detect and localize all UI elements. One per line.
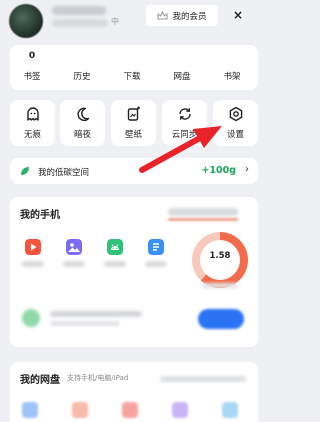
disk-item-icon[interactable] — [222, 402, 238, 418]
tool-settings[interactable]: 设置 — [213, 100, 258, 146]
disk-item-icon[interactable] — [172, 402, 188, 418]
promo-text-blurred — [50, 311, 142, 317]
chevron-right-icon: › — [245, 164, 249, 175]
disk-info-blurred — [160, 376, 246, 382]
avatar[interactable] — [9, 4, 43, 38]
stat-value: 0 — [28, 51, 36, 61]
stat-label: 书架 — [223, 72, 241, 82]
tool-label: 设置 — [226, 130, 244, 140]
promo-icon — [22, 309, 40, 327]
stats-card: 0 书签 历史 下载 网盘 书架 — [10, 45, 258, 90]
vip-label: 我的会员 — [172, 11, 207, 22]
promo-action-button[interactable] — [198, 309, 244, 329]
app-label-blurred — [145, 261, 167, 267]
android-icon[interactable] — [107, 239, 123, 255]
username-blurred — [52, 6, 106, 15]
stat-value — [212, 51, 252, 65]
my-phone-title: 我的手机 — [20, 210, 60, 221]
moon-icon — [77, 107, 89, 121]
stat-cloud-disk[interactable]: 网盘 — [162, 51, 202, 82]
stat-label: 网盘 — [173, 72, 191, 82]
video-icon[interactable] — [25, 239, 41, 255]
profile-header: 中 我的会员 × — [0, 0, 268, 38]
leaf-icon — [21, 167, 29, 175]
gauge-caption-blurred — [202, 283, 238, 288]
tool-incognito[interactable]: 无痕 — [10, 100, 55, 146]
my-phone-card: 我的手机 1.58 — [10, 197, 258, 347]
tool-night-mode[interactable]: 暗夜 — [60, 100, 105, 146]
stat-bookshelf[interactable]: 书架 — [212, 51, 252, 82]
wallpaper-icon — [127, 106, 140, 121]
ghost-icon — [26, 107, 39, 121]
crown-icon — [157, 10, 168, 19]
tool-label: 无痕 — [23, 130, 41, 140]
level-tag: 中 — [111, 17, 119, 26]
stat-value — [162, 51, 202, 65]
stat-history[interactable]: 历史 — [62, 51, 102, 82]
document-icon[interactable] — [148, 239, 164, 255]
low-carbon-space-row[interactable]: 我的低碳空间 +100g › — [10, 158, 258, 184]
gallery-icon[interactable] — [66, 239, 82, 255]
stat-label: 历史 — [73, 72, 91, 82]
phone-status-underline — [168, 218, 238, 221]
user-info-blurred — [52, 19, 108, 27]
promo-subtext-blurred — [50, 321, 120, 326]
low-carbon-value: +100g — [201, 165, 236, 176]
disk-item-icon[interactable] — [122, 402, 138, 418]
stat-label: 书签 — [23, 72, 41, 82]
app-label-blurred — [22, 261, 44, 267]
app-label-blurred — [104, 261, 126, 267]
settings-icon — [229, 106, 242, 122]
phone-status-blurred — [168, 208, 238, 216]
tool-label: 云同步 — [171, 130, 198, 140]
app-label-blurred — [63, 261, 85, 267]
tools-row: 无痕 暗夜 壁纸 云同步 设置 — [10, 100, 258, 146]
stat-label: 下载 — [123, 72, 141, 82]
stat-bookmarks[interactable]: 0 书签 — [12, 51, 52, 82]
tool-label: 壁纸 — [124, 130, 142, 140]
my-disk-title: 我的网盘 — [20, 375, 60, 386]
tool-wallpaper[interactable]: 壁纸 — [111, 100, 156, 146]
tool-label: 暗夜 — [73, 130, 91, 140]
stat-downloads[interactable]: 下载 — [112, 51, 152, 82]
close-button[interactable]: × — [229, 6, 247, 24]
storage-gauge-value: 1.58 — [209, 251, 231, 261]
my-disk-subtitle: 支持手机/电脑/iPad — [67, 374, 129, 382]
tool-cloud-sync[interactable]: 云同步 — [162, 100, 207, 146]
stat-value — [62, 51, 102, 65]
disk-item-icon[interactable] — [22, 402, 38, 418]
vip-button[interactable]: 我的会员 — [146, 5, 218, 26]
my-cloud-disk-card: 我的网盘 支持手机/电脑/iPad — [10, 362, 258, 422]
disk-item-icon[interactable] — [72, 402, 88, 418]
stat-value — [112, 51, 152, 65]
sync-icon — [178, 108, 191, 120]
low-carbon-label: 我的低碳空间 — [38, 168, 90, 178]
